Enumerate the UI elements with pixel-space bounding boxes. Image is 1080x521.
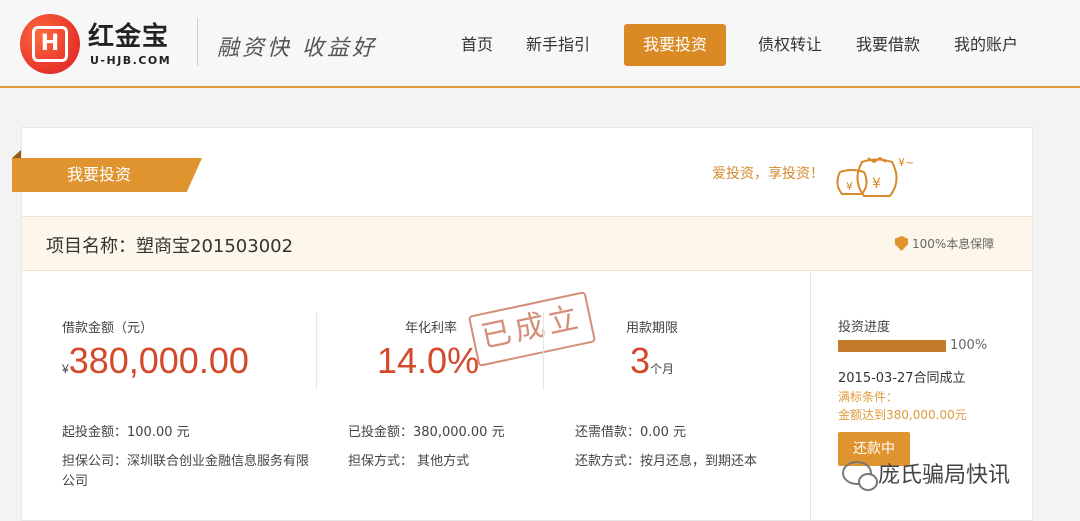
guarantee-method: 担保方式： 其他方式 bbox=[348, 454, 470, 469]
logo-h-mark: H bbox=[32, 26, 68, 62]
term-value: 3个月 bbox=[630, 340, 674, 382]
invested-amount: 已投金额：380,000.00 元 bbox=[348, 425, 505, 440]
brand-name[interactable]: 红金宝 bbox=[88, 16, 169, 53]
guarantee-badge: 100%本息保障 bbox=[895, 235, 994, 252]
svg-text:¥: ¥ bbox=[872, 176, 881, 192]
watermark: 庞氏骗局快讯 bbox=[842, 457, 1011, 491]
stats-divider-1 bbox=[316, 312, 317, 390]
contract-date: 2015-03-27合同成立 bbox=[838, 371, 966, 386]
stats-divider-2 bbox=[543, 312, 544, 390]
slogan: 融资快 收益好 bbox=[217, 36, 377, 61]
section-title: 我要投资 bbox=[12, 158, 202, 192]
progress-fill bbox=[838, 340, 946, 352]
progress-percent: 100% bbox=[950, 338, 988, 353]
guarantor: 担保公司：深圳联合创业金融信息服务有限公司 bbox=[62, 454, 310, 489]
full-condition: 满标条件： 金额达到380,000.00元 bbox=[838, 388, 967, 424]
shield-icon bbox=[895, 236, 908, 251]
nav-borrow[interactable]: 我要借款 bbox=[848, 24, 928, 66]
watermark-text: 庞氏骗局快讯 bbox=[878, 463, 1011, 488]
brand-url: U-HJB.COM bbox=[90, 54, 172, 67]
nav-guide[interactable]: 新手指引 bbox=[518, 24, 598, 66]
guarantee-text: 100%本息保障 bbox=[912, 237, 995, 251]
project-name: 项目名称：塑商宝201503002 bbox=[46, 236, 294, 257]
ribbon-tail bbox=[12, 150, 21, 158]
progress-bar bbox=[838, 340, 946, 352]
amount-number: 380,000.00 bbox=[68, 340, 249, 381]
rate-value: 14.0% bbox=[377, 340, 480, 381]
term-label: 用款期限 bbox=[626, 321, 679, 336]
header-divider bbox=[197, 18, 198, 66]
sidebar-divider bbox=[810, 272, 811, 521]
logo-icon[interactable]: H bbox=[20, 14, 80, 74]
decor-text: ¥~ bbox=[898, 156, 914, 169]
nav-transfer[interactable]: 债权转让 bbox=[750, 24, 830, 66]
wechat-icon bbox=[842, 461, 878, 491]
condition-title: 满标条件： bbox=[838, 390, 899, 404]
moneybag-icon: ¥ ¥ ¥~ bbox=[836, 156, 914, 197]
nav-invest[interactable]: 我要投资 bbox=[624, 24, 726, 66]
amount-label: 借款金额（元） bbox=[62, 321, 154, 336]
rate-label: 年化利率 bbox=[405, 321, 458, 336]
currency-symbol: ¥ bbox=[62, 362, 69, 376]
term-number: 3 bbox=[630, 340, 651, 381]
term-unit: 个月 bbox=[650, 362, 675, 376]
condition-text: 金额达到380,000.00元 bbox=[838, 408, 967, 422]
amount-value: ¥380,000.00 bbox=[62, 340, 249, 382]
min-invest: 起投金额：100.00 元 bbox=[62, 425, 190, 440]
progress-label: 投资进度 bbox=[838, 320, 891, 335]
nav-account[interactable]: 我的账户 bbox=[946, 24, 1026, 66]
tagline: 爱投资，享投资！ bbox=[712, 166, 824, 182]
svg-text:¥: ¥ bbox=[846, 180, 853, 193]
remaining-amount: 还需借款：0.00 元 bbox=[575, 425, 687, 440]
repay-method: 还款方式：按月还息，到期还本 bbox=[575, 454, 758, 469]
nav-home[interactable]: 首页 bbox=[452, 24, 502, 66]
